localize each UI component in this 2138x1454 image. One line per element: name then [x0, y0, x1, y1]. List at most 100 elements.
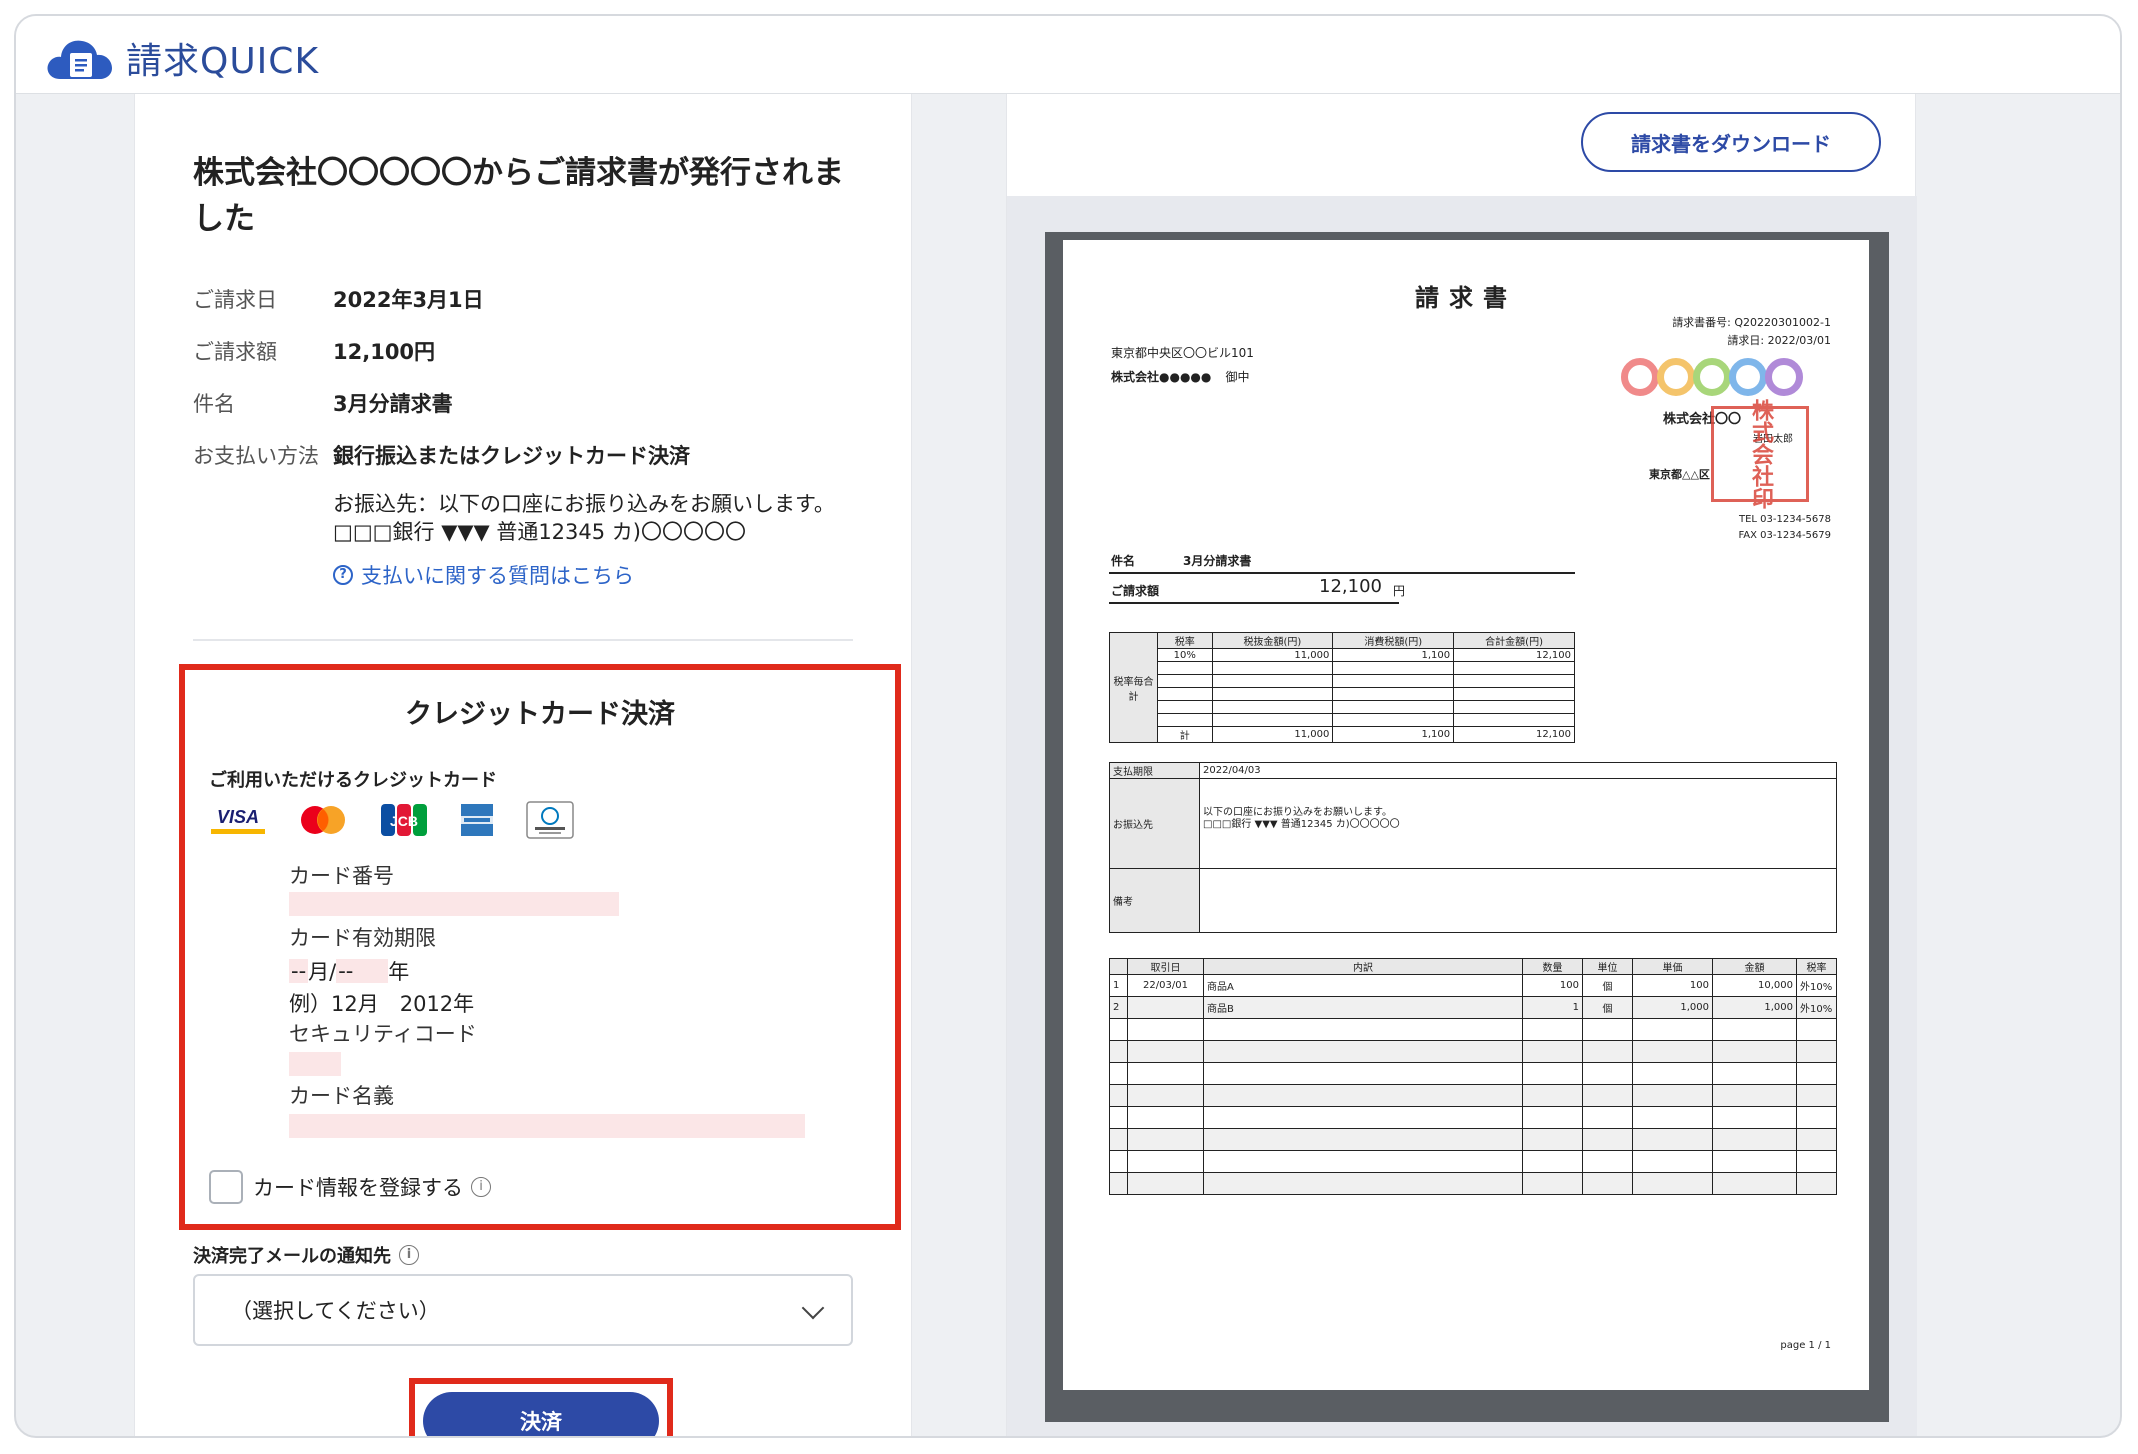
expiry-year-select[interactable]: --	[336, 959, 389, 983]
line-item-row	[1109, 1040, 1837, 1063]
line-item-cell	[1127, 996, 1204, 1019]
line-item-cell	[1522, 1062, 1583, 1085]
notify-email-select[interactable]: （選択してください）	[193, 1274, 853, 1346]
line-item-row	[1109, 1128, 1837, 1151]
line-item-cell	[1582, 1150, 1633, 1173]
card-holder-input[interactable]	[289, 1114, 805, 1138]
info-value: 3月分請求書	[333, 392, 453, 416]
line-item-cell	[1203, 1040, 1523, 1063]
chevron-down-icon	[801, 1296, 825, 1320]
line-item-cell	[1109, 1084, 1128, 1107]
tax-cell: 11,000	[1211, 648, 1334, 662]
line-item-cell	[1127, 1084, 1204, 1107]
payment-help-link[interactable]: ? 支払いに関する質問はこちら	[333, 560, 634, 590]
line-item-cell	[1796, 1172, 1837, 1195]
line-item-cell	[1582, 1062, 1633, 1085]
cloud-document-icon	[46, 35, 114, 81]
line-item-cell: 2	[1109, 996, 1128, 1019]
line-item-cell	[1632, 1172, 1713, 1195]
subject-value: 3月分請求書	[1183, 554, 1252, 568]
company-logo	[1621, 358, 1803, 399]
info-icon[interactable]: i	[471, 1177, 491, 1197]
download-invoice-button[interactable]: 請求書をダウンロード	[1581, 112, 1881, 172]
pdf-viewer[interactable]: 請求書 請求書番号: Q20220301002-1 請求日: 2022/03/0…	[1007, 196, 1917, 1436]
line-item-cell	[1522, 1172, 1583, 1195]
line-item-cell: 1,000	[1632, 996, 1713, 1019]
line-item-cell	[1127, 1106, 1204, 1129]
info-value: 12,100円	[333, 340, 436, 364]
bank-details: 以下の口座にお振り込みをお願いします。 □□□銀行 ▼▼▼ 普通12345 カ)…	[1199, 778, 1837, 869]
card-number-label: カード番号	[289, 864, 394, 888]
line-item-cell	[1632, 1106, 1713, 1129]
subject-underline	[1109, 572, 1575, 574]
tax-total-label: 計	[1157, 726, 1213, 743]
line-item-cell: 1	[1109, 974, 1128, 997]
security-code-input[interactable]	[289, 1052, 341, 1076]
card-number-input[interactable]	[289, 892, 619, 916]
recipient-company: 株式会社●●●●● 御中	[1111, 368, 1250, 385]
line-item-cell: 商品B	[1203, 996, 1523, 1019]
notify-email-label: 決済完了メールの通知先	[193, 1246, 391, 1267]
line-item-row: 2 商品B 1 個 1,000 1,000 外10%	[1109, 996, 1837, 1019]
page-title: 株式会社〇〇〇〇〇からご請求書が発行されました	[193, 155, 844, 237]
tax-cell: 1,100	[1332, 648, 1455, 662]
line-item-cell	[1203, 1128, 1523, 1151]
tax-header: 消費税額(円)	[1332, 632, 1455, 649]
available-cards-label: ご利用いただけるクレジットカード	[209, 770, 497, 791]
save-card-option[interactable]: カード情報を登録する i	[209, 1170, 491, 1204]
amex-icon	[457, 798, 497, 842]
line-item-cell	[1203, 1150, 1523, 1173]
amount-unit: 円	[1393, 584, 1406, 598]
due-label: 支払期限	[1109, 762, 1200, 779]
line-item-cell	[1203, 1084, 1523, 1107]
amount-value: 12,100	[1319, 576, 1382, 597]
line-item-cell: 100	[1522, 974, 1583, 997]
visa-icon: VISA	[209, 798, 267, 842]
line-item-cell	[1796, 1018, 1837, 1041]
save-card-checkbox[interactable]	[209, 1170, 243, 1204]
tax-header: 税抜金額(円)	[1211, 632, 1334, 649]
line-item-cell	[1582, 1106, 1633, 1129]
invoice-number: 請求書番号: Q20220301002-1	[1672, 316, 1831, 329]
line-item-cell	[1712, 1172, 1797, 1195]
app-logo[interactable]: 請求QUICK	[46, 32, 319, 84]
line-item-cell	[1522, 1106, 1583, 1129]
info-label: お支払い方法	[193, 444, 319, 468]
payment-panel: 株式会社〇〇〇〇〇からご請求書が発行されました ご請求日 2022年3月1日 ご…	[134, 94, 912, 1436]
info-row-amount: ご請求額 12,100円	[193, 336, 873, 388]
line-item-cell	[1632, 1040, 1713, 1063]
line-item-cell	[1582, 1172, 1633, 1195]
issuer-tel: TEL 03-1234-5678	[1738, 514, 1831, 525]
line-item-row	[1109, 1150, 1837, 1173]
line-item-cell	[1522, 1018, 1583, 1041]
help-link-text: 支払いに関する質問はこちら	[361, 564, 634, 588]
info-label: 件名	[193, 392, 235, 416]
info-row-date: ご請求日 2022年3月1日	[193, 284, 873, 336]
transfer-info-line2: □□□銀行 ▼▼▼ 普通12345 カ)〇〇〇〇〇	[333, 520, 746, 544]
line-item-cell	[1632, 1128, 1713, 1151]
tax-total-cell: 1,100	[1332, 726, 1455, 743]
line-item-cell	[1203, 1062, 1523, 1085]
items-header: 単位	[1582, 958, 1633, 975]
line-item-row	[1109, 1062, 1837, 1085]
expiry-example: 例）12月 2012年	[289, 992, 475, 1016]
line-item-cell: 個	[1582, 996, 1633, 1019]
line-item-cell	[1109, 1062, 1128, 1085]
line-item-cell	[1796, 1084, 1837, 1107]
line-item-cell	[1796, 1040, 1837, 1063]
pay-button[interactable]: 決済	[423, 1392, 659, 1436]
expiry-month-select[interactable]: --	[289, 959, 309, 983]
credit-card-title: クレジットカード決済	[405, 699, 675, 730]
items-header: 金額	[1712, 958, 1797, 975]
line-item-cell	[1522, 1128, 1583, 1151]
tax-summary-table: 税率毎合計 税率 税抜金額(円) 消費税額(円) 合計金額(円) 10% 11,…	[1109, 632, 1575, 743]
card-expiry-label: カード有効期限	[289, 926, 436, 950]
line-item-cell	[1796, 1106, 1837, 1129]
amount-underline	[1109, 602, 1399, 604]
credit-card-section: クレジットカード決済 ご利用いただけるクレジットカード VISA JCB カード…	[179, 664, 901, 1230]
line-item-cell	[1712, 1128, 1797, 1151]
line-item-cell	[1127, 1128, 1204, 1151]
info-icon[interactable]: i	[399, 1245, 419, 1265]
info-label: ご請求額	[193, 340, 277, 364]
tax-side-label: 税率毎合計	[1109, 632, 1158, 743]
